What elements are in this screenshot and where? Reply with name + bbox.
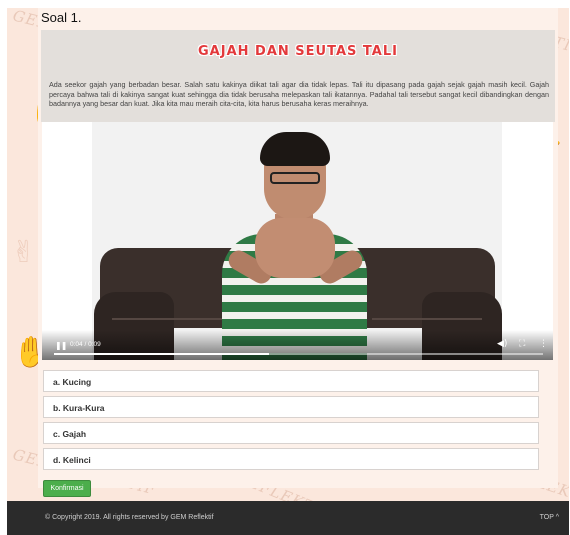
footer-copyright: © Copyright 2019. All rights reserved by… (45, 514, 214, 521)
story-text: Ada seekor gajah yang berbadan besar. Sa… (49, 80, 549, 109)
video-sofa-seam (372, 318, 482, 320)
video-signer-hands (255, 218, 335, 278)
answer-option-b[interactable]: b. Kura-Kura (43, 396, 539, 418)
video-controls: ❚❚ 0:04 / 0:09 ◀) ⛶ ⋮ (42, 330, 553, 360)
footer: © Copyright 2019. All rights reserved by… (7, 501, 569, 535)
answer-option-c[interactable]: c. Gajah (43, 422, 539, 444)
answer-options: a. Kucing b. Kura-Kura c. Gajah d. Kelin… (43, 370, 539, 474)
answer-option-d[interactable]: d. Kelinci (43, 448, 539, 470)
video-player[interactable]: ❚❚ 0:04 / 0:09 ◀) ⛶ ⋮ (42, 122, 553, 360)
story-title: GAJAH DAN SEUTAS TALI (198, 44, 398, 59)
pause-icon[interactable]: ❚❚ (55, 341, 67, 350)
video-time: 0:04 / 0:09 (70, 341, 101, 348)
hand-sign-icon: ✌ (11, 235, 37, 270)
video-signer-glasses (270, 172, 320, 184)
fullscreen-icon[interactable]: ⛶ (519, 339, 525, 349)
back-to-top-link[interactable]: TOP ^ (540, 514, 559, 521)
video-sofa-seam (112, 318, 222, 320)
more-vertical-icon[interactable]: ⋮ (539, 339, 548, 349)
volume-icon[interactable]: ◀) (497, 339, 507, 349)
question-label: Soal 1. (41, 10, 82, 25)
answer-option-a[interactable]: a. Kucing (43, 370, 539, 392)
video-progress-bar[interactable] (54, 353, 543, 355)
confirm-button[interactable]: Konfirmasi (43, 480, 91, 497)
story-box: GAJAH DAN SEUTAS TALI Ada seekor gajah y… (41, 30, 555, 122)
video-signer-hair (260, 132, 330, 166)
video-progress-fill (54, 353, 270, 355)
